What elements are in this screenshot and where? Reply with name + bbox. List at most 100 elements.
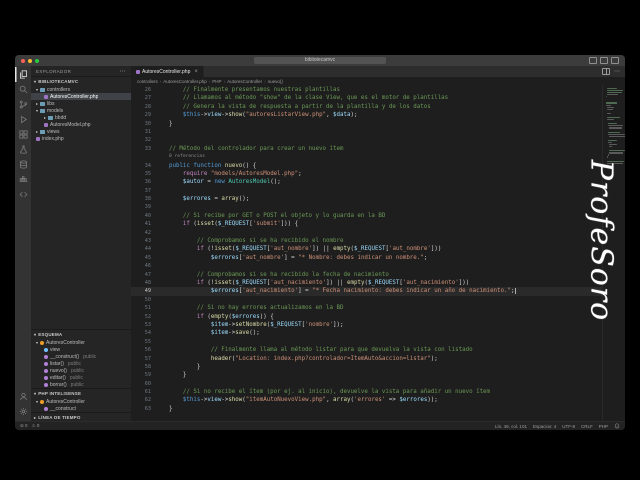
line-number[interactable]: 38	[131, 195, 155, 203]
code-line[interactable]: 51 // Si no hay errores actualizamos en …	[131, 304, 603, 312]
symbol-item[interactable]: ▾ AutoresController	[31, 398, 131, 405]
code-line[interactable]: 55	[131, 338, 603, 346]
tree-item[interactable]: ▾ models	[31, 107, 131, 114]
remote-icon[interactable]	[15, 187, 31, 202]
line-number[interactable]: 55	[131, 338, 155, 346]
symbol-item[interactable]: nuevo() public	[31, 367, 131, 374]
line-number[interactable]: 39	[131, 203, 155, 211]
line-number[interactable]: 46	[131, 262, 155, 270]
line-number[interactable]: 35	[131, 170, 155, 178]
tree-item[interactable]: index.php	[31, 135, 131, 142]
code-line[interactable]: 48 if (!isset($_REQUEST['aut_nacimiento'…	[131, 279, 603, 287]
command-center-title[interactable]: bibliotecamvc	[254, 57, 386, 64]
line-number[interactable]: 44	[131, 245, 155, 253]
symbol-item[interactable]: borrar() public	[31, 381, 131, 388]
tree-item[interactable]: ▸ libs	[31, 100, 131, 107]
close-button[interactable]	[21, 58, 25, 63]
code-line[interactable]: 41 if (isset($_REQUEST['submit'])) {	[131, 220, 603, 228]
breadcrumb-item[interactable]: nuevo()	[268, 79, 283, 84]
status-item[interactable]: PHP	[599, 424, 608, 429]
code-line[interactable]: 32	[131, 136, 603, 144]
code-line[interactable]: 53 $item->setNombre($_REQUEST['nombre'])…	[131, 321, 603, 329]
code-line[interactable]: 61 // Si no recibe el ítem (por ej. al i…	[131, 388, 603, 396]
line-number[interactable]: 28	[131, 103, 155, 111]
code-line[interactable]: 59 }	[131, 371, 603, 379]
line-number[interactable]: 57	[131, 355, 155, 363]
code-line[interactable]: 56 // Finalmente llama al método listar …	[131, 346, 603, 354]
symbol-item[interactable]: ▾ AutoresController	[31, 339, 131, 346]
code-line[interactable]: 39	[131, 203, 603, 211]
code-line[interactable]: 38 $errores = array();	[131, 195, 603, 203]
code-line[interactable]: 33 // Método del controlador para crear …	[131, 145, 603, 153]
code-line[interactable]: 50	[131, 296, 603, 304]
line-number[interactable]: 36	[131, 178, 155, 186]
line-number[interactable]: 42	[131, 229, 155, 237]
code-line[interactable]: 26 // Finalmente presentamos nuestras pl…	[131, 86, 603, 94]
code-line[interactable]: 30 }	[131, 120, 603, 128]
code-line[interactable]: 28 // Genera la vista de respuesta a par…	[131, 103, 603, 111]
line-number[interactable]: 34	[131, 162, 155, 170]
codelens-row[interactable]: 0 referencias	[131, 153, 603, 161]
code-line[interactable]: 42	[131, 229, 603, 237]
tab-autorescontroller[interactable]: AutoresController.php ×	[131, 66, 204, 77]
line-number[interactable]: 58	[131, 363, 155, 371]
line-number[interactable]: 31	[131, 128, 155, 136]
line-number[interactable]: 26	[131, 86, 155, 94]
status-item[interactable]: UTF-8	[562, 424, 575, 429]
project-section-header[interactable]: ▾ BIBLIOTECAMVC	[31, 76, 131, 85]
more-actions-icon[interactable]: ⋯	[614, 68, 620, 75]
symbol-item[interactable]: __construct() public	[31, 353, 131, 360]
symbol-item[interactable]: view	[31, 346, 131, 353]
line-number[interactable]: 45	[131, 254, 155, 262]
line-number[interactable]: 63	[131, 405, 155, 413]
code-line[interactable]: 29 $this->view->show("autoresListarView.…	[131, 111, 603, 119]
problems-status[interactable]: ⊘ 0 ⚠ 0	[20, 423, 39, 429]
line-number[interactable]: 56	[131, 346, 155, 354]
code-area[interactable]: 26 // Finalmente presentamos nuestras pl…	[131, 85, 603, 421]
database-icon[interactable]	[15, 157, 31, 172]
status-item[interactable]: Espacios: 4	[533, 424, 556, 429]
symbol-item[interactable]: listar() public	[31, 360, 131, 367]
code-line[interactable]: 54 $item->save();	[131, 329, 603, 337]
close-tab-icon[interactable]: ×	[194, 69, 198, 75]
code-line[interactable]: 34 public function nuevo() {	[131, 162, 603, 170]
tree-item[interactable]: ▸ bbdd	[31, 114, 131, 121]
settings-icon[interactable]	[15, 404, 31, 419]
line-number[interactable]: 43	[131, 237, 155, 245]
line-number[interactable]: 53	[131, 321, 155, 329]
tree-item[interactable]: ▸ views	[31, 128, 131, 135]
code-line[interactable]: 62 $this->view->show("itemAutoNuevoView.…	[131, 396, 603, 404]
line-number[interactable]: 60	[131, 380, 155, 388]
line-number[interactable]: 32	[131, 136, 155, 144]
breadcrumb-item[interactable]: controllers	[137, 79, 158, 84]
line-number[interactable]: 47	[131, 271, 155, 279]
code-line[interactable]: 58 }	[131, 363, 603, 371]
customize-layout-icon[interactable]	[611, 57, 619, 64]
code-line[interactable]: 46	[131, 262, 603, 270]
extensions-icon[interactable]	[15, 127, 31, 142]
line-number[interactable]: 49	[131, 287, 155, 295]
tree-item[interactable]: AutoresModel.php	[31, 121, 131, 128]
line-number[interactable]: 30	[131, 120, 155, 128]
code-line[interactable]: 52 if (empty($errores)) {	[131, 313, 603, 321]
line-number[interactable]: 54	[131, 329, 155, 337]
split-editor-icon[interactable]	[602, 68, 610, 75]
line-number[interactable]: 61	[131, 388, 155, 396]
tree-item[interactable]: AutoresController.php	[31, 93, 131, 100]
minimize-button[interactable]	[28, 58, 32, 63]
toggle-panel-icon[interactable]	[600, 57, 608, 64]
symbol-item[interactable]: __construct	[31, 405, 131, 412]
code-line[interactable]: 43 // Comprobamos si se ha recibido el n…	[131, 237, 603, 245]
intellisense-section-header[interactable]: ▾ PHP INTELISENSE	[31, 388, 131, 397]
timeline-section-header[interactable]: ▸ LÍNEA DE TIEMPO	[31, 412, 131, 421]
line-number[interactable]: 37	[131, 187, 155, 195]
line-number[interactable]: 48	[131, 279, 155, 287]
code-line[interactable]: 31	[131, 128, 603, 136]
breadcrumb-item[interactable]: AutoresController	[227, 79, 262, 84]
code-line[interactable]: 63 }	[131, 405, 603, 413]
notifications-icon[interactable]	[614, 423, 620, 429]
code-line[interactable]: 45 $errores['aut_nombre'] = "* Nombre: d…	[131, 254, 603, 262]
account-icon[interactable]	[15, 389, 31, 404]
symbol-item[interactable]: editar() public	[31, 374, 131, 381]
line-number[interactable]: 29	[131, 111, 155, 119]
